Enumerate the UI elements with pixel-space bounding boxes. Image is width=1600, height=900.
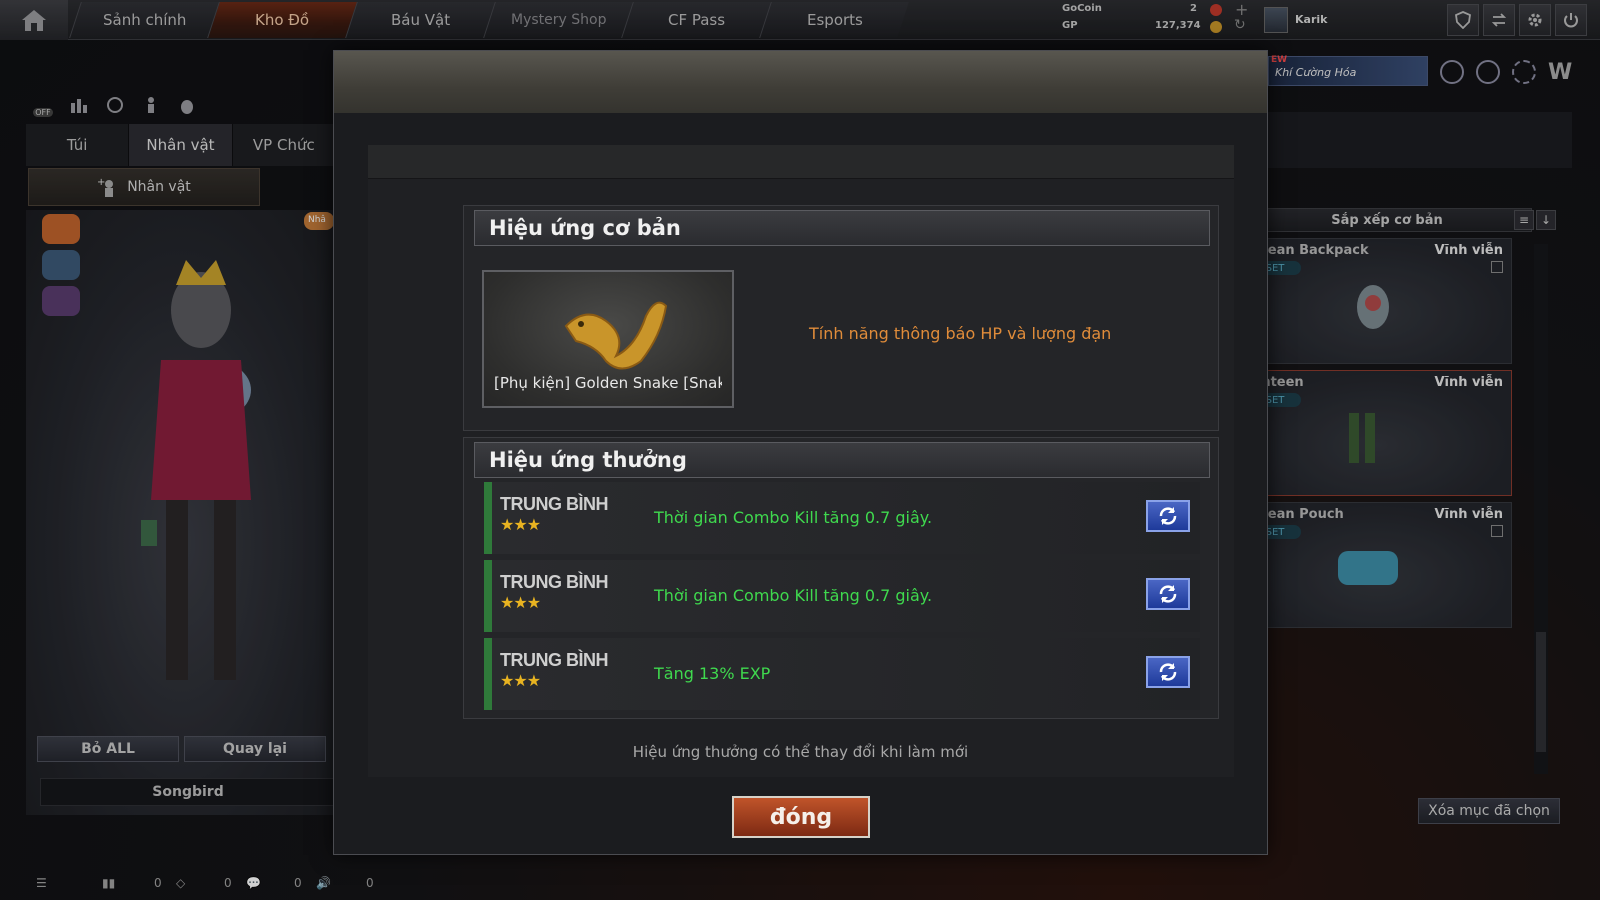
section-title: Hiệu ứng thưởng [474, 442, 1210, 478]
golden-snake-image [564, 301, 668, 370]
bonus-effect-row: TRUNG BÌNH ★★★ Tăng 13% EXP [484, 638, 1200, 710]
basic-effect-section: Hiệu ứng cơ bản [Phụ kiện] Golden Snake … [463, 205, 1219, 431]
item-effect-modal: Hiệu ứng cơ bản [Phụ kiện] Golden Snake … [333, 50, 1268, 855]
bonus-effect-row: TRUNG BÌNH ★★★ Thời gian Combo Kill tăng… [484, 482, 1200, 554]
bonus-effect-section: Hiệu ứng thưởng TRUNG BÌNH ★★★ Thời gian… [463, 437, 1219, 719]
effect-grade: TRUNG BÌNH [500, 494, 609, 514]
modal-content: Hiệu ứng cơ bản [Phụ kiện] Golden Snake … [368, 145, 1234, 777]
effect-description: Tăng 13% EXP [654, 664, 771, 683]
effect-stars: ★★★ [500, 515, 541, 534]
refresh-icon [1159, 585, 1177, 603]
refresh-note: Hiệu ứng thưởng có thể thay đổi khi làm … [632, 743, 969, 761]
bonus-effect-row: TRUNG BÌNH ★★★ Thời gian Combo Kill tăng… [484, 560, 1200, 632]
basic-effect-description: Tính năng thông báo HP và lượng đạn [809, 324, 1112, 343]
button-label: đóng [769, 804, 833, 830]
refresh-effect-button[interactable] [1146, 656, 1190, 688]
modal-content-header [368, 145, 1234, 179]
refresh-icon [1159, 663, 1177, 681]
refresh-effect-button[interactable] [1146, 500, 1190, 532]
item-preview-box: [Phụ kiện] Golden Snake [Snake] [482, 270, 734, 408]
refresh-effect-button[interactable] [1146, 578, 1190, 610]
modal-header [334, 51, 1267, 113]
effect-stars: ★★★ [500, 671, 541, 690]
item-name: [Phụ kiện] Golden Snake [Snake] [494, 374, 722, 392]
section-title: Hiệu ứng cơ bản [474, 210, 1210, 246]
close-button[interactable]: đóng [732, 796, 870, 838]
effect-grade: TRUNG BÌNH [500, 650, 609, 670]
effect-stars: ★★★ [500, 593, 541, 612]
effect-grade: TRUNG BÌNH [500, 572, 609, 592]
refresh-icon [1159, 507, 1177, 525]
effect-description: Thời gian Combo Kill tăng 0.7 giây. [654, 586, 933, 605]
effect-description: Thời gian Combo Kill tăng 0.7 giây. [654, 508, 933, 527]
